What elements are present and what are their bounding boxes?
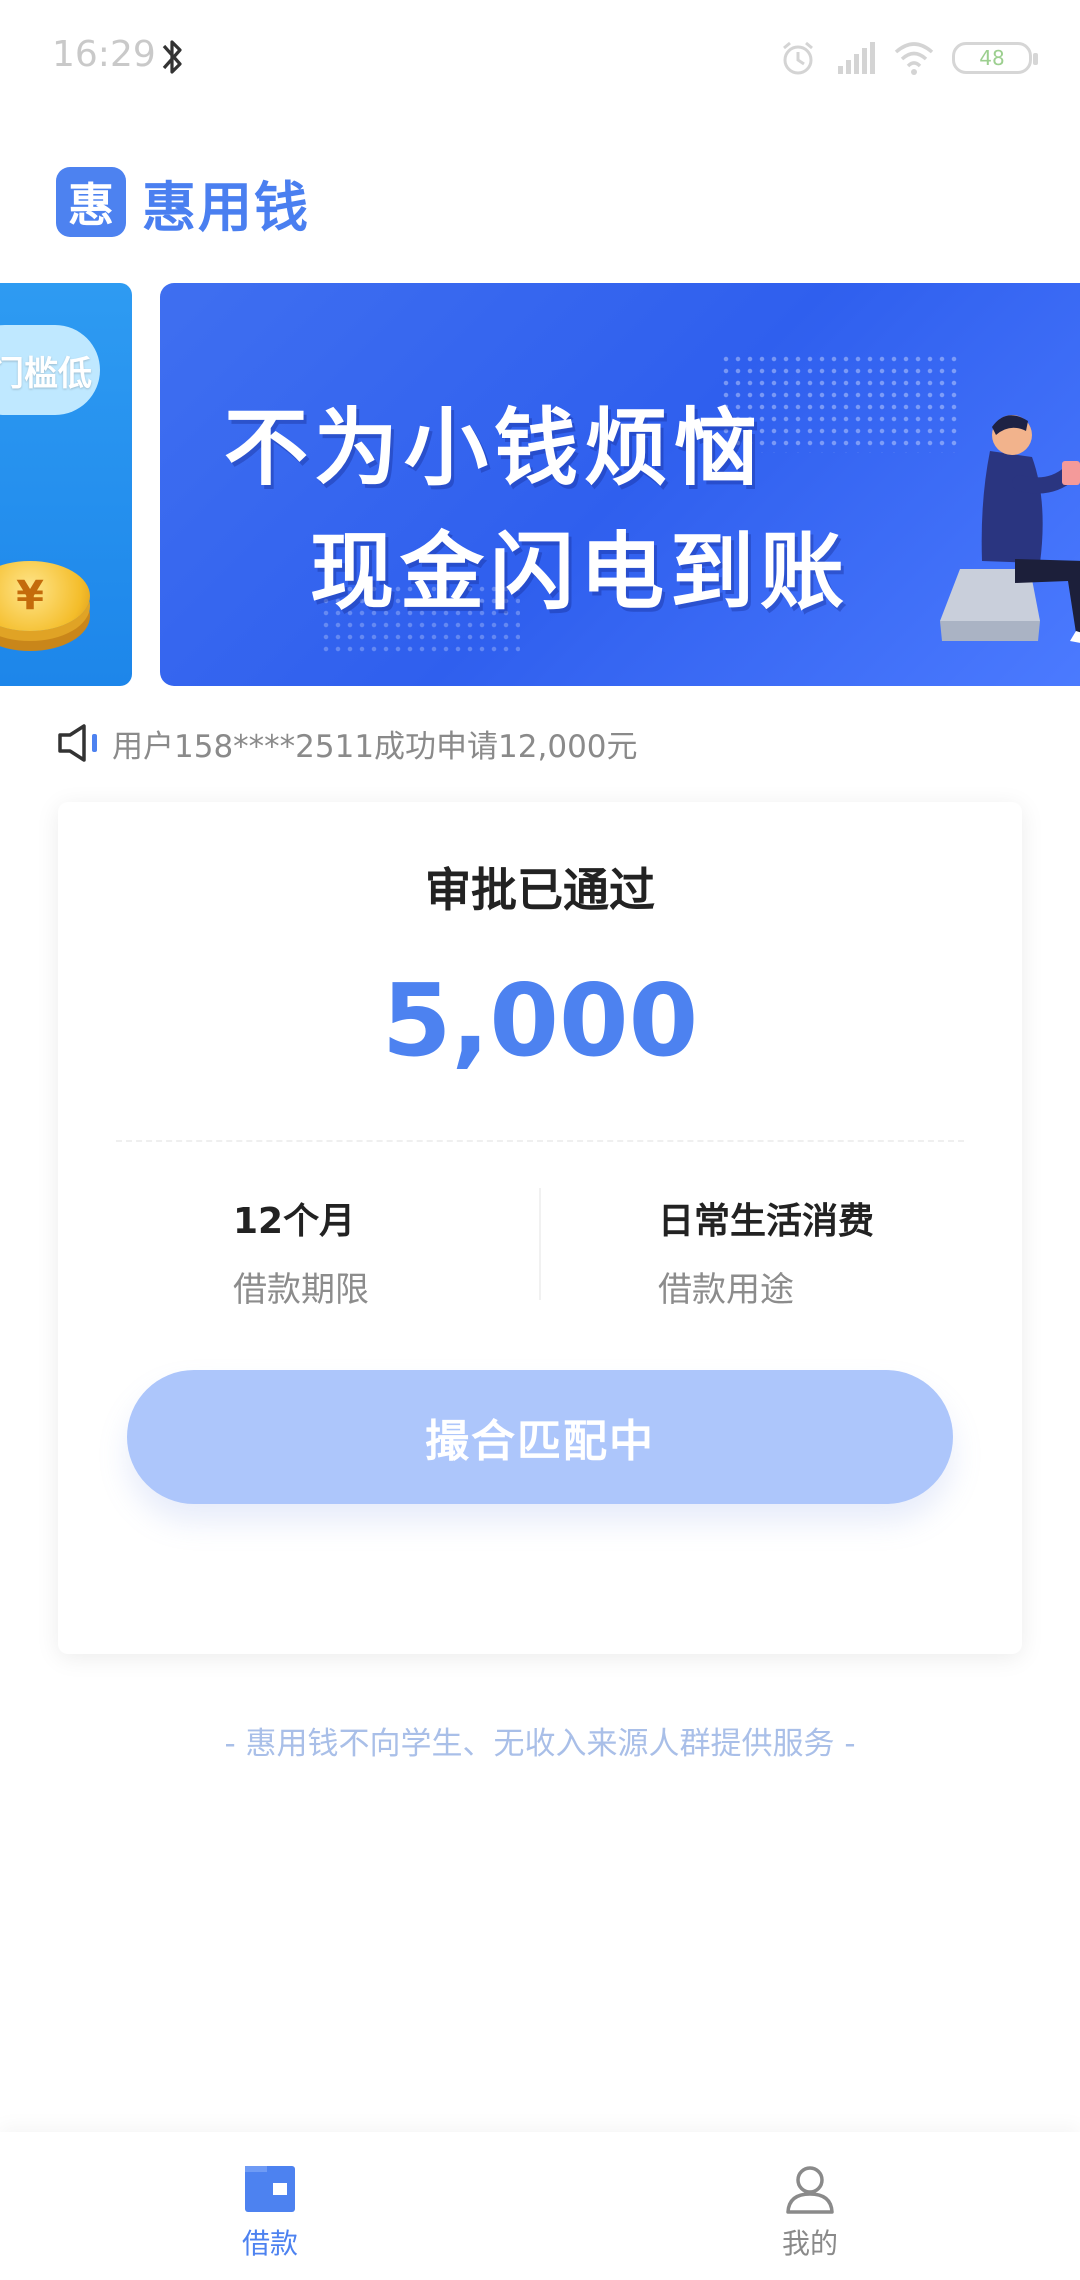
banner-prev-bubble: 门槛低 [0,325,100,415]
loan-term-info: 12个月 借款期限 [233,1192,633,1311]
coin-icon: ¥ [0,561,90,631]
loan-purpose-value: 日常生活消费 [658,1201,875,1242]
loan-term-value: 12个月 [233,1201,356,1242]
banner-headline-2: 现金闪电到账 [310,523,851,621]
loan-approval-card: 审批已通过 5,000 12个月 借款期限 日常生活消费 借款用途 撮合匹配中 [58,802,1022,1654]
alarm-icon [783,41,813,75]
approval-status: 审批已通过 [425,863,655,917]
loan-term-label: 借款期限 [233,1270,369,1310]
announcement-text: 用户158****2511成功申请12,000元 [112,728,638,765]
wifi-icon [894,42,934,75]
loan-purpose-info: 日常生活消费 借款用途 [658,1192,1058,1311]
loan-amount: 5,000 [381,962,699,1079]
app-logo: 惠 [56,167,126,237]
signal-icon [838,42,875,74]
disclaimer-text: - 惠用钱不向学生、无收入来源人群提供服务 - [224,1726,856,1762]
announcement-bar: 用户158****2511成功申请12,000元 [56,718,638,768]
nav-tab-mine-label: 我的 [781,2227,838,2260]
screen: 16:29 48 惠 惠用钱 门槛低 ¥ 不为小钱烦恼 现金闪电到账 用户158… [0,0,1080,2280]
user-icon [786,2166,834,2214]
banner-slide-previous[interactable]: 门槛低 ¥ [0,283,132,686]
nav-tab-mine[interactable]: 我的 [660,2132,960,2280]
banner-headline-1: 不为小钱烦恼 [224,399,765,497]
nav-tab-loan[interactable]: 借款 [120,2132,420,2280]
status-time: 16:29 [52,34,156,75]
bottom-navigation: 借款 我的 [0,2132,1080,2280]
loan-icon [245,2166,295,2212]
card-divider [116,1140,964,1142]
speaker-icon [58,724,97,762]
coin-symbol: ¥ [16,573,44,619]
status-icons: 48 [778,38,1038,78]
info-separator [539,1188,541,1300]
battery-icon: 48 [952,42,1038,74]
battery-level: 48 [979,46,1005,70]
banner-slide-current[interactable]: 不为小钱烦恼 现金闪电到账 [160,283,1080,686]
person-illustration-icon [940,415,1080,643]
bluetooth-icon [162,40,182,74]
loan-purpose-label: 借款用途 [658,1270,794,1310]
app-title: 惠用钱 [142,175,310,239]
app-header: 惠 惠用钱 [56,166,310,239]
nav-tab-loan-label: 借款 [241,2227,298,2260]
status-bar: 16:29 48 [0,0,1080,120]
matching-button[interactable]: 撮合匹配中 [127,1370,953,1504]
